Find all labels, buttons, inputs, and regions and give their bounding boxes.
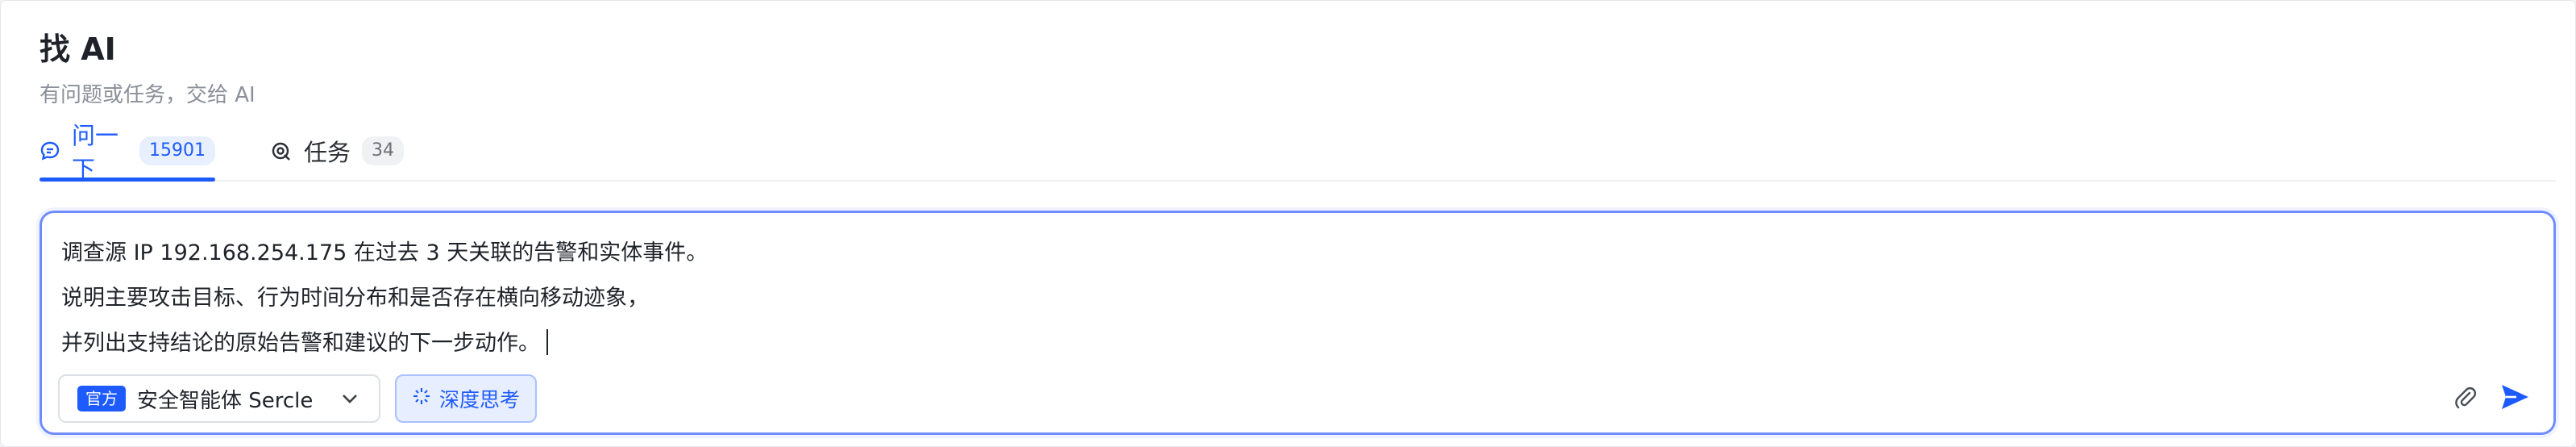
- paperclip-icon: [2452, 384, 2478, 413]
- prompt-input[interactable]: 调查源 IP 192.168.254.175 在过去 3 天关联的告警和实体事件…: [61, 231, 2534, 366]
- prompt-composer[interactable]: 调查源 IP 192.168.254.175 在过去 3 天关联的告警和实体事件…: [39, 211, 2556, 435]
- tab-ask-label: 问一下: [72, 122, 119, 183]
- chevron-down-icon: [340, 389, 359, 408]
- tab-ask[interactable]: 问一下 15901: [39, 122, 215, 183]
- agent-name: 安全智能体 Sercle: [137, 388, 314, 413]
- sparkle-icon: [412, 386, 431, 411]
- mode-tabs: 问一下 15901 任务 34: [39, 122, 2556, 183]
- tab-tasks-count: 34: [362, 136, 405, 165]
- page-title: 找 AI: [39, 31, 116, 67]
- send-icon: [2499, 381, 2531, 416]
- prompt-line-2: 说明主要攻击目标、行为时间分布和是否存在横向移动迹象，: [61, 286, 649, 311]
- agent-selector[interactable]: 官方 安全智能体 Sercle: [58, 374, 380, 423]
- tab-tasks-label: 任务: [304, 139, 351, 166]
- tab-ask-count: 15901: [139, 136, 215, 165]
- tab-tasks[interactable]: 任务 34: [270, 123, 407, 178]
- chat-bubble-icon: [39, 140, 60, 162]
- text-caret: [546, 329, 548, 355]
- prompt-line-1: 调查源 IP 192.168.254.175 在过去 3 天关联的告警和实体事件…: [61, 240, 708, 265]
- prompt-line-3: 并列出支持结论的原始告警和建议的下一步动作。: [61, 331, 540, 356]
- attach-button[interactable]: [2450, 384, 2479, 413]
- deep-think-toggle[interactable]: 深度思考: [395, 374, 537, 423]
- page-subtitle: 有问题或任务，交给 AI: [39, 83, 256, 107]
- ask-ai-panel: 找 AI 有问题或任务，交给 AI 问一下 15901 任务 34 调查源 IP…: [0, 0, 2576, 447]
- send-button[interactable]: [2497, 381, 2532, 416]
- official-badge: 官方: [77, 386, 126, 411]
- deep-think-label: 深度思考: [438, 388, 520, 411]
- task-target-icon: [270, 140, 293, 162]
- prompt-line-3-wrap: 并列出支持结论的原始告警和建议的下一步动作。: [61, 321, 2534, 366]
